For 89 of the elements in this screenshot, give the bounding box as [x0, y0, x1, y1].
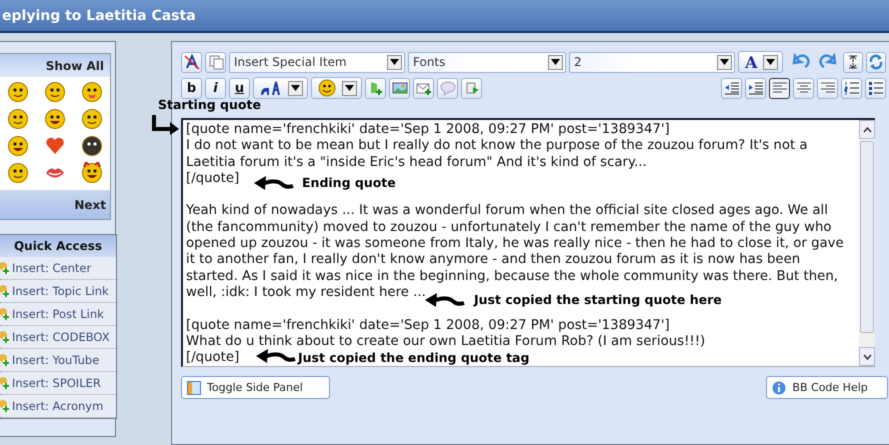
scrollbar[interactable] — [859, 120, 875, 366]
add-icon — [0, 261, 10, 275]
quick-insert-link[interactable]: Insert: CODEBOX — [12, 330, 110, 344]
quick-insert-link[interactable]: Insert: Post Link — [12, 307, 104, 321]
text-line: [/quote] — [186, 350, 240, 366]
align-center-icon[interactable] — [793, 78, 814, 98]
smiley-icon[interactable] — [80, 81, 103, 103]
text-line: [quote name='frenchkiki' date='Sep 1 2008, 09:27 PM' post='1389347'] — [186, 122, 670, 138]
format-button[interactable]: b — [181, 78, 202, 98]
text-line: [/quote] — [186, 170, 240, 188]
bb-code-help-button[interactable]: BB Code Help — [766, 376, 888, 399]
undo-icon[interactable] — [791, 53, 812, 71]
hand-drawn-arrow-icon — [150, 113, 180, 135]
scroll-down-icon[interactable] — [862, 354, 872, 360]
email-icon[interactable] — [413, 78, 434, 98]
text-line: started. As I said it was nice in the beginning, because the whole community was there. But then, — [186, 268, 838, 285]
caret-icon — [720, 59, 729, 65]
add-icon — [0, 399, 10, 413]
smiley-icon[interactable] — [80, 162, 103, 184]
add-icon — [0, 330, 10, 344]
dropdown[interactable]: Insert Special Item — [229, 52, 405, 72]
text-line: Yeah kind of nowadays ... It was a wonderful forum when the official site closed ages ago. We all — [186, 203, 828, 220]
smiley-icon[interactable] — [7, 135, 30, 157]
hand-drawn-arrow-icon — [255, 348, 297, 366]
text-line: What do u think about to create our own Laetitia Forum Rob? (I am serious!!!) — [186, 334, 706, 350]
add-icon — [0, 284, 10, 298]
panel-icon — [187, 380, 201, 394]
message-field[interactable] — [181, 118, 875, 367]
info-icon — [772, 380, 786, 394]
font-color-button[interactable]: A — [738, 51, 784, 73]
quick-insert-link[interactable]: Insert: Acronym — [12, 399, 104, 413]
hand-drawn-arrow-icon — [253, 175, 295, 193]
text-line: (the fancommunity) moved to zouzou - unfortunately I can't remember the name of the guy who — [186, 220, 832, 236]
scroll-up-icon[interactable] — [862, 126, 872, 132]
text-line: [quote name='frenchkiki' date='Sep 1 2008, 09:27 PM' post='1389347'] — [186, 318, 670, 334]
next-link[interactable]: Next — [70, 198, 110, 212]
code-icon[interactable] — [461, 78, 482, 98]
smiley-icon[interactable] — [80, 135, 103, 157]
dropdown[interactable]: 2 — [569, 52, 735, 72]
smiley-icon[interactable] — [44, 81, 66, 103]
align-left-icon[interactable] — [769, 78, 790, 98]
add-icon — [0, 307, 10, 321]
caret-icon — [766, 59, 776, 65]
panel-title: Quick Access — [14, 239, 102, 253]
font-size-icon — [260, 80, 282, 96]
format-button[interactable]: i — [205, 78, 226, 98]
insert-link-icon[interactable] — [365, 78, 386, 98]
refresh-icon[interactable] — [866, 52, 886, 72]
text-line: I do not want to be mean but I really do not know the purpose of the zouzou forum? It's not a — [186, 138, 808, 155]
add-icon — [0, 353, 10, 367]
text-line: opened up zouzou - it was someone from Italy, he was really nice - then he had to close it, or gave — [186, 236, 844, 252]
smiley-icon[interactable] — [80, 108, 103, 130]
caret-icon — [345, 85, 354, 91]
dropdown[interactable]: Fonts — [408, 52, 566, 72]
smiley-icon[interactable] — [7, 108, 30, 130]
quick-insert-link[interactable]: Insert: SPOILER — [12, 376, 101, 390]
smiley-icon[interactable] — [7, 81, 30, 103]
align-right-icon[interactable] — [817, 78, 838, 98]
hand-drawn-arrow-icon — [424, 292, 466, 310]
numbered-list-icon[interactable] — [841, 78, 862, 98]
outdent-icon[interactable] — [721, 78, 742, 98]
quick-insert-link[interactable]: Insert: YouTube — [12, 353, 100, 367]
text-line: well, :idk: I took my resident here ... — [186, 284, 426, 302]
toggle-side-panel-button[interactable]: Toggle Side Panel — [181, 376, 330, 399]
image-icon[interactable] — [389, 78, 410, 98]
remove-format-icon[interactable] — [181, 52, 202, 72]
resize-icon[interactable] — [843, 52, 864, 72]
emoticon-button[interactable] — [311, 77, 362, 99]
add-icon — [0, 376, 10, 390]
quick-insert-link[interactable]: Insert: Center — [12, 261, 92, 275]
quick-insert-link[interactable]: Insert: Topic Link — [12, 284, 109, 298]
redo-icon[interactable] — [818, 53, 838, 71]
smiley-icon[interactable] — [7, 162, 30, 184]
format-button[interactable]: u — [229, 78, 250, 98]
indent-icon[interactable] — [745, 78, 766, 98]
caret-icon — [390, 59, 399, 65]
smiley-icon — [318, 79, 336, 97]
smiley-icon[interactable] — [44, 108, 66, 130]
caret-icon — [551, 59, 560, 65]
annotation-text: Starting quote — [158, 97, 261, 112]
window-title: eplying to Laetitia Casta — [2, 8, 196, 24]
annotation-text: Just copied the starting quote here — [474, 292, 722, 307]
caret-icon — [291, 85, 300, 91]
annotation-text: Ending quote — [302, 175, 396, 190]
text-line: it to another fan, I really don't know anymore - and then zouzou forum as it is now has been — [186, 252, 800, 269]
text-line: Laetitia forum it's a "inside Eric's head forum" And it's kind of scary... — [186, 154, 647, 171]
font-size-button[interactable] — [253, 77, 308, 99]
bullet-list-icon[interactable] — [865, 78, 886, 98]
annotation-text: Just copied the ending quote tag — [298, 350, 530, 365]
